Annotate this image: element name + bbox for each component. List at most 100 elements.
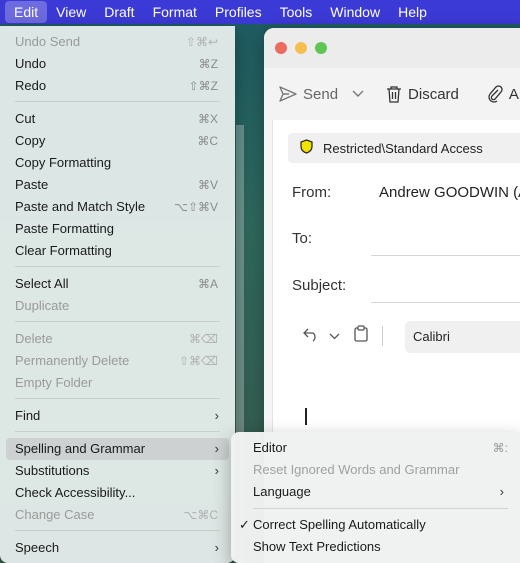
menu-item-label: Undo Send — [15, 34, 81, 49]
menu-item-label: Language — [253, 484, 311, 499]
discard-label: Discard — [408, 85, 459, 103]
menu-item-label: Paste and Match Style — [15, 199, 146, 214]
menu-item-label: Cut — [15, 111, 36, 126]
clipboard-icon[interactable] — [354, 325, 368, 347]
menu-item-label: Delete — [15, 331, 53, 346]
text-cursor — [305, 408, 307, 425]
trash-icon — [386, 85, 402, 103]
menu-item-empty-folder: Empty Folder — [6, 372, 229, 394]
submenu-item-editor[interactable]: Editor ⌘: — [237, 437, 514, 459]
menu-item-label: Duplicate — [15, 298, 70, 313]
menu-item-label: Change Case — [15, 507, 95, 522]
menu-item-substitutions[interactable]: Substitutions › — [6, 460, 229, 482]
menu-item-speech[interactable]: Speech › — [6, 537, 229, 559]
menu-separator — [15, 398, 220, 399]
window-titlebar — [264, 28, 520, 68]
menu-item-label: Speech — [15, 540, 60, 555]
chevron-right-icon: › — [499, 484, 504, 499]
menu-separator — [15, 530, 220, 531]
shortcut-label: ⇧⌘Z — [188, 79, 218, 93]
menu-separator — [15, 266, 220, 267]
font-selector[interactable]: Calibri — [405, 321, 520, 353]
menu-item-copy-formatting[interactable]: Copy Formatting — [6, 152, 229, 174]
menu-item-check-accessibility[interactable]: Check Accessibility... — [6, 482, 229, 504]
menubar-draft[interactable]: Draft — [95, 1, 143, 23]
checkmark-icon: ✓ — [239, 517, 250, 532]
attach-button[interactable]: A — [487, 85, 519, 103]
menu-item-duplicate: Duplicate — [6, 295, 229, 317]
menu-separator — [253, 508, 508, 509]
menu-item-find[interactable]: Find › — [6, 405, 229, 427]
menu-item-label: Clear Formatting — [15, 243, 112, 258]
menu-item-select-all[interactable]: Select All ⌘A — [6, 273, 229, 295]
compose-toolbar: Send Discard A — [264, 68, 520, 120]
shortcut-label: ⌘⌫ — [189, 332, 218, 346]
submenu-item-language[interactable]: Language › — [237, 481, 514, 503]
menu-item-change-case: Change Case ⌥⌘C — [6, 504, 229, 526]
shortcut-label: ⌘V — [197, 178, 218, 192]
shortcut-label: ⌘: — [492, 441, 508, 455]
menu-item-label: Paste Formatting — [15, 221, 114, 236]
menu-item-label: Find — [15, 408, 41, 423]
menu-item-label: Undo — [15, 56, 47, 71]
submenu-item-correct-spelling-automatically[interactable]: ✓ Correct Spelling Automatically — [237, 514, 514, 536]
menu-item-undo[interactable]: Undo ⌘Z — [6, 53, 229, 75]
zoom-window-button[interactable] — [315, 42, 327, 54]
attach-label: A — [508, 85, 519, 103]
menu-item-copy[interactable]: Copy ⌘C — [6, 130, 229, 152]
menu-item-paste-and-match-style[interactable]: Paste and Match Style ⌥⇧⌘V — [6, 196, 229, 218]
minimize-window-button[interactable] — [295, 42, 307, 54]
menu-item-label: Editor — [253, 440, 287, 455]
undo-icon[interactable] — [303, 326, 319, 347]
chevron-right-icon: › — [214, 463, 219, 478]
menu-bar: Edit View Draft Format Profiles Tools Wi… — [0, 0, 520, 24]
from-account-selector[interactable]: Andrew GOODWIN (A — [379, 184, 520, 201]
submenu-item-show-text-predictions[interactable]: Show Text Predictions — [237, 536, 514, 558]
menu-item-clear-formatting[interactable]: Clear Formatting — [6, 240, 229, 262]
menu-item-undo-send: Undo Send ⇧⌘↩ — [6, 31, 229, 53]
edit-menu: Undo Send ⇧⌘↩ Undo ⌘Z Redo ⇧⌘Z Cut ⌘X Co… — [0, 26, 235, 563]
send-button[interactable]: Send — [279, 86, 338, 103]
menu-item-redo[interactable]: Redo ⇧⌘Z — [6, 75, 229, 97]
menubar-profiles[interactable]: Profiles — [206, 1, 271, 23]
send-label: Send — [303, 85, 339, 103]
shortcut-label: ⌥⌘C — [183, 508, 219, 522]
submenu-item-reset-ignored-words: Reset Ignored Words and Grammar — [237, 459, 514, 481]
subject-label: Subject: — [292, 277, 347, 294]
menu-item-label: Show Text Predictions — [253, 539, 381, 554]
menu-item-label: Empty Folder — [15, 375, 93, 390]
discard-button[interactable]: Discard — [386, 85, 459, 103]
menubar-tools[interactable]: Tools — [271, 1, 322, 23]
menu-item-cut[interactable]: Cut ⌘X — [6, 108, 229, 130]
menu-item-label: Paste — [15, 177, 49, 192]
menu-separator — [15, 321, 220, 322]
menubar-view[interactable]: View — [47, 1, 95, 23]
subject-field[interactable] — [371, 302, 520, 303]
menu-item-spelling-and-grammar[interactable]: Spelling and Grammar › — [6, 438, 229, 460]
menu-item-label: Select All — [15, 276, 69, 291]
menubar-edit[interactable]: Edit — [5, 1, 48, 23]
menubar-format[interactable]: Format — [144, 1, 206, 23]
menu-item-delete: Delete ⌘⌫ — [6, 328, 229, 350]
shortcut-label: ⇧⌘↩ — [185, 35, 218, 49]
menu-separator — [15, 101, 220, 102]
shortcut-label: ⌘Z — [198, 57, 218, 71]
menu-item-label: Substitutions — [15, 463, 90, 478]
close-window-button[interactable] — [275, 42, 287, 54]
to-field[interactable] — [371, 255, 520, 256]
chevron-right-icon: › — [214, 441, 219, 456]
menu-item-paste[interactable]: Paste ⌘V — [6, 174, 229, 196]
menubar-help[interactable]: Help — [389, 1, 436, 23]
shortcut-label: ⌘X — [197, 112, 218, 126]
shield-icon — [300, 139, 313, 157]
paperclip-icon — [487, 85, 503, 103]
send-options-chevron-icon[interactable] — [352, 90, 364, 98]
menu-item-paste-formatting[interactable]: Paste Formatting — [6, 218, 229, 240]
menu-item-label: Correct Spelling Automatically — [253, 517, 426, 532]
sensitivity-banner[interactable]: Restricted\Standard Access — [288, 133, 520, 163]
menu-item-label: Copy — [15, 133, 46, 148]
menu-separator — [15, 431, 220, 432]
menubar-window[interactable]: Window — [321, 1, 389, 23]
send-icon — [279, 86, 297, 102]
undo-chevron-icon[interactable] — [329, 327, 340, 345]
